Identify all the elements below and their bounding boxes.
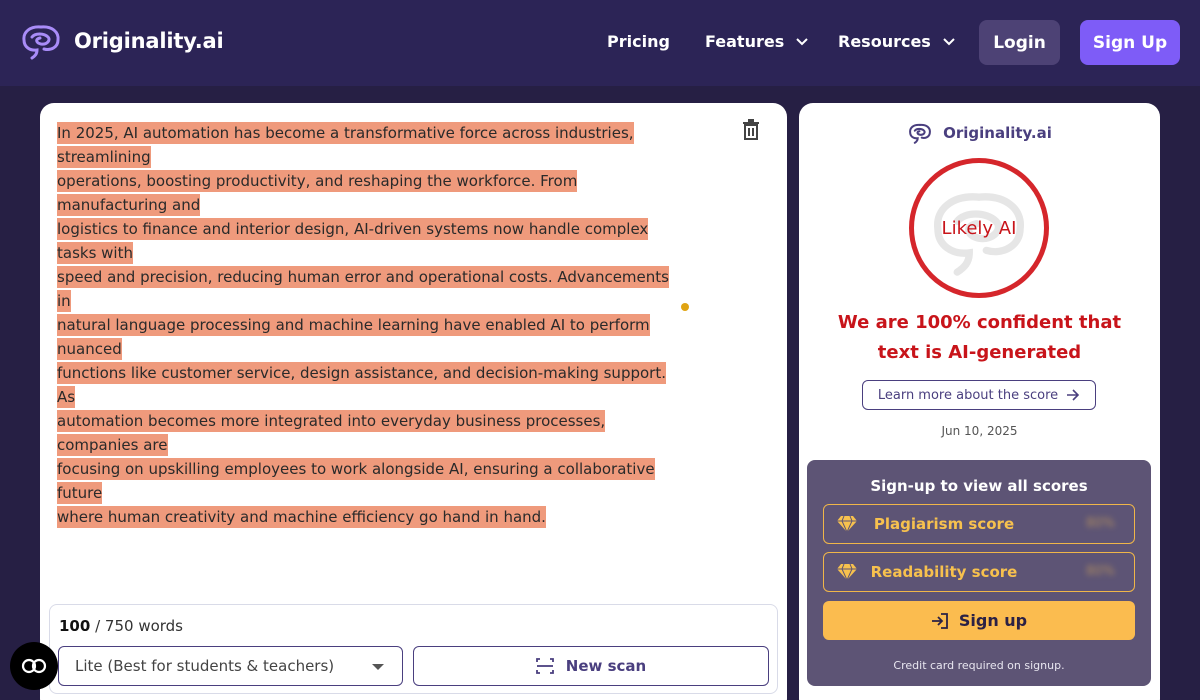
text-editor-card: In 2025, AI automation has become a tran… — [40, 103, 787, 700]
scan-date: Jun 10, 2025 — [941, 424, 1018, 438]
learn-more-label: Learn more about the score — [877, 387, 1059, 403]
locked-scores-panel: Sign-up to view all scores Plagiarism sc… — [807, 460, 1151, 686]
confidence-statement: We are 100% confident that text is AI-ge… — [837, 312, 1122, 363]
new-scan-label: New scan — [565, 657, 647, 675]
blurred-score-value: 80% — [1086, 516, 1115, 531]
model-select[interactable]: Lite (Best for students & teachers) — [58, 646, 403, 686]
scan-icon — [535, 658, 554, 674]
credit-card-note: Credit card required on signup. — [893, 659, 1065, 672]
highlighted-line: logistics to finance and interior design… — [57, 218, 649, 264]
grammar-marker-dot[interactable] — [681, 303, 689, 311]
brain-logo-icon — [909, 123, 931, 144]
infinity-loop-icon — [21, 658, 47, 674]
readability-score-row[interactable]: Readability score 80% — [823, 552, 1135, 592]
result-brand-name: Originality.ai — [943, 124, 1052, 142]
arrow-right-icon — [1067, 389, 1080, 401]
result-card: Originality.ai Likely AI We are 100% con… — [799, 103, 1160, 700]
readability-score-label: Readability score — [870, 563, 1018, 581]
scanned-text-area[interactable]: In 2025, AI automation has become a tran… — [57, 121, 687, 529]
trash-icon — [743, 119, 759, 140]
result-brand: Originality.ai — [799, 122, 1160, 144]
login-arrow-icon — [931, 612, 948, 629]
nav-features-label: Features — [705, 32, 785, 51]
chevron-down-icon — [796, 37, 808, 45]
clear-text-button[interactable] — [741, 119, 761, 145]
nav-resources[interactable]: Resources — [838, 32, 955, 51]
signup-cta-button[interactable]: Sign up — [823, 601, 1135, 640]
highlighted-line: natural language processing and machine … — [57, 314, 650, 360]
ai-verdict-ring: Likely AI — [909, 158, 1049, 298]
learn-more-button[interactable]: Learn more about the score — [862, 380, 1096, 410]
highlighted-line: speed and precision, reducing human erro… — [57, 266, 669, 312]
caret-down-icon — [372, 664, 384, 670]
nav-resources-label: Resources — [838, 32, 931, 51]
locked-scores-title: Sign-up to view all scores — [870, 477, 1088, 495]
highlighted-line: focusing on upskilling employees to work… — [57, 458, 655, 504]
nav-features[interactable]: Features — [705, 32, 808, 51]
accessibility-widget-button[interactable] — [10, 642, 58, 690]
signup-cta-label: Sign up — [958, 611, 1028, 630]
nav-pricing[interactable]: Pricing — [607, 32, 670, 51]
brain-logo-icon — [22, 25, 60, 60]
brand-name: Originality.ai — [74, 29, 224, 53]
chevron-down-icon — [943, 37, 955, 45]
plagiarism-score-label: Plagiarism score — [873, 515, 1015, 533]
highlighted-line: where human creativity and machine effic… — [57, 506, 546, 528]
highlighted-line: operations, boosting productivity, and r… — [57, 170, 578, 216]
login-button[interactable]: Login — [979, 20, 1060, 65]
plagiarism-score-row[interactable]: Plagiarism score 80% — [823, 504, 1135, 544]
word-counter: 100 / 750 words — [59, 617, 183, 635]
brand-logo[interactable]: Originality.ai — [20, 22, 224, 60]
model-select-value: Lite (Best for students & teachers) — [75, 657, 335, 675]
highlighted-line: functions like customer service, design … — [57, 362, 666, 408]
word-limit: / 750 words — [95, 617, 183, 635]
highlighted-line: In 2025, AI automation has become a tran… — [57, 122, 634, 168]
blurred-score-value: 80% — [1086, 564, 1115, 579]
verdict-label: Likely AI — [941, 217, 1017, 239]
word-count-value: 100 — [59, 617, 91, 635]
top-navbar: Originality.ai Pricing Features Resource… — [0, 0, 1200, 86]
nav-pricing-label: Pricing — [607, 32, 670, 51]
scan-controls-panel: 100 / 750 words Lite (Best for students … — [49, 604, 778, 694]
highlighted-line: automation becomes more integrated into … — [57, 410, 606, 456]
signup-button[interactable]: Sign Up — [1080, 20, 1180, 65]
new-scan-button[interactable]: New scan — [413, 646, 769, 686]
